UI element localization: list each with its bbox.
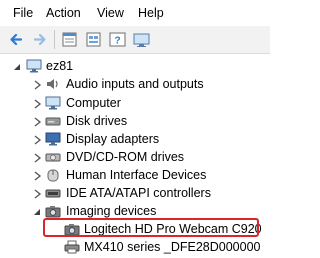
tree-root-row[interactable]: ez81 [0,57,270,75]
tree-item-label: Disk drives [66,114,128,128]
tree-item-label: DVD/CD-ROM drives [66,150,185,164]
tree-item-label: IDE ATA/ATAPI controllers [66,186,211,200]
tree-item-disk-drives[interactable]: Disk drives [0,112,270,130]
tree-item-computer[interactable]: Computer [0,94,270,112]
tree-item-label: Imaging devices [66,204,157,218]
ide-controller-icon [45,185,61,201]
tree-item-ide-controllers[interactable]: IDE ATA/ATAPI controllers [0,184,270,202]
properties-icon[interactable] [59,29,80,50]
tree-item-label: Computer [66,96,121,110]
dvd-drive-icon [45,149,61,165]
display-adapter-icon [45,131,61,147]
svg-text:?: ? [114,36,120,47]
tree-item-display-adapters[interactable]: Display adapters [0,130,270,148]
hid-icon [45,167,61,183]
computer-icon [26,58,42,74]
menu-file[interactable]: File [13,6,33,21]
help-icon[interactable]: ? [107,29,128,50]
expand-icon[interactable] [32,170,42,181]
forward-icon[interactable] [29,29,50,50]
tree-root-label: ez81 [46,59,74,73]
display-icon[interactable] [131,29,152,50]
toolbar-separator [54,30,55,49]
menu-help[interactable]: Help [138,6,164,21]
menu-view[interactable]: View [97,6,124,21]
menu-bar: File Action View Help [0,0,270,26]
tree-item-mx410[interactable]: MX410 series _DFE28D000000 [0,238,270,256]
tree-item-hid[interactable]: Human Interface Devices [0,166,270,184]
expand-icon[interactable] [32,152,42,163]
expand-icon[interactable] [32,134,42,145]
disk-drive-icon [45,113,61,129]
camera-icon [45,203,61,219]
expand-icon[interactable] [32,79,42,90]
tree-item-dvd-drives[interactable]: DVD/CD-ROM drives [0,148,270,166]
monitor-icon [45,95,61,111]
tree-item-label: Audio inputs and outputs [66,77,204,91]
expand-icon[interactable] [32,116,42,127]
tree-item-label: MX410 series _DFE28D000000 [84,240,261,254]
expand-icon[interactable] [32,188,42,199]
collapse-icon[interactable] [12,61,22,71]
back-icon[interactable] [6,29,27,50]
collapse-icon[interactable] [32,206,42,216]
tree-item-label: Display adapters [66,132,160,146]
toolbar: ? [0,26,270,54]
printer-icon [64,239,80,255]
tree-item-label: Human Interface Devices [66,168,207,182]
menu-action[interactable]: Action [46,6,81,21]
expand-icon[interactable] [32,98,42,109]
speaker-icon [45,76,61,92]
scan-icon[interactable] [83,29,104,50]
tree-item-audio[interactable]: Audio inputs and outputs [0,75,270,93]
selection-highlight-box [43,218,259,237]
